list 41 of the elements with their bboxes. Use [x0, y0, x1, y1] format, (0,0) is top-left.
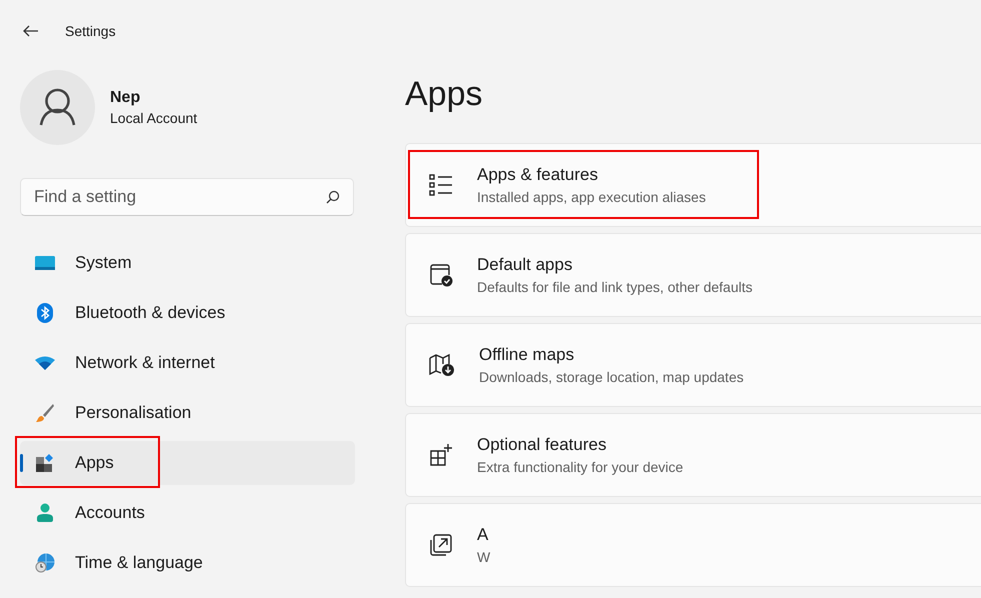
settings-card[interactable]: Default apps Defaults for file and link types, other defaults: [405, 233, 981, 317]
card-subtitle: Installed apps, app execution aliases: [477, 189, 706, 205]
card-subtitle: W: [477, 549, 490, 565]
avatar-icon: [20, 70, 95, 145]
search-field[interactable]: Find a setting: [20, 178, 354, 216]
account-name: Nep: [110, 89, 142, 107]
card-subtitle: Downloads, storage location, map updates: [479, 369, 744, 385]
person-icon: [35, 503, 55, 523]
page-title: Apps: [405, 74, 484, 115]
settings-card[interactable]: Apps & features Installed apps, app execution aliases: [405, 143, 981, 227]
card-title: A: [477, 525, 490, 545]
settings-card[interactable]: Optional features Extra functionality for your device: [405, 413, 981, 497]
card-title: Optional features: [477, 435, 608, 455]
sidebar-item[interactable]: Network & internet: [20, 341, 355, 385]
back-arrow-icon[interactable]: [23, 25, 39, 37]
apps-icon: [35, 453, 55, 473]
window-check-icon: [429, 263, 453, 287]
sidebar-item[interactable]: Time & language: [20, 541, 355, 585]
search-icon: [326, 190, 340, 204]
account-type: Local Account: [110, 110, 198, 126]
add-grid-icon: [429, 443, 453, 467]
monitor-icon: [35, 255, 55, 271]
globe-clock-icon: [35, 553, 55, 573]
map-download-icon: [429, 353, 455, 377]
list-icon: [429, 174, 453, 196]
card-title: Apps & features: [477, 165, 599, 185]
sidebar-item[interactable]: Bluetooth & devices: [20, 291, 355, 335]
window-title: Settings: [65, 23, 116, 39]
open-external-icon: [429, 533, 453, 557]
card-subtitle: Defaults for file and link types, other defaults: [477, 279, 752, 295]
settings-card[interactable]: Offline maps Downloads, storage location, map updates: [405, 323, 981, 407]
bluetooth-icon: [35, 303, 55, 323]
settings-card[interactable]: A W: [405, 503, 981, 587]
card-title: Default apps: [477, 255, 574, 275]
sidebar-item[interactable]: System: [20, 241, 355, 285]
paintbrush-icon: [35, 403, 55, 423]
card-subtitle: Extra functionality for your device: [477, 459, 684, 475]
wifi-icon: [35, 356, 55, 370]
card-title: Offline maps: [479, 345, 576, 365]
sidebar-item[interactable]: Accounts: [20, 491, 355, 535]
sidebar-item[interactable]: Personalisation: [20, 391, 355, 435]
